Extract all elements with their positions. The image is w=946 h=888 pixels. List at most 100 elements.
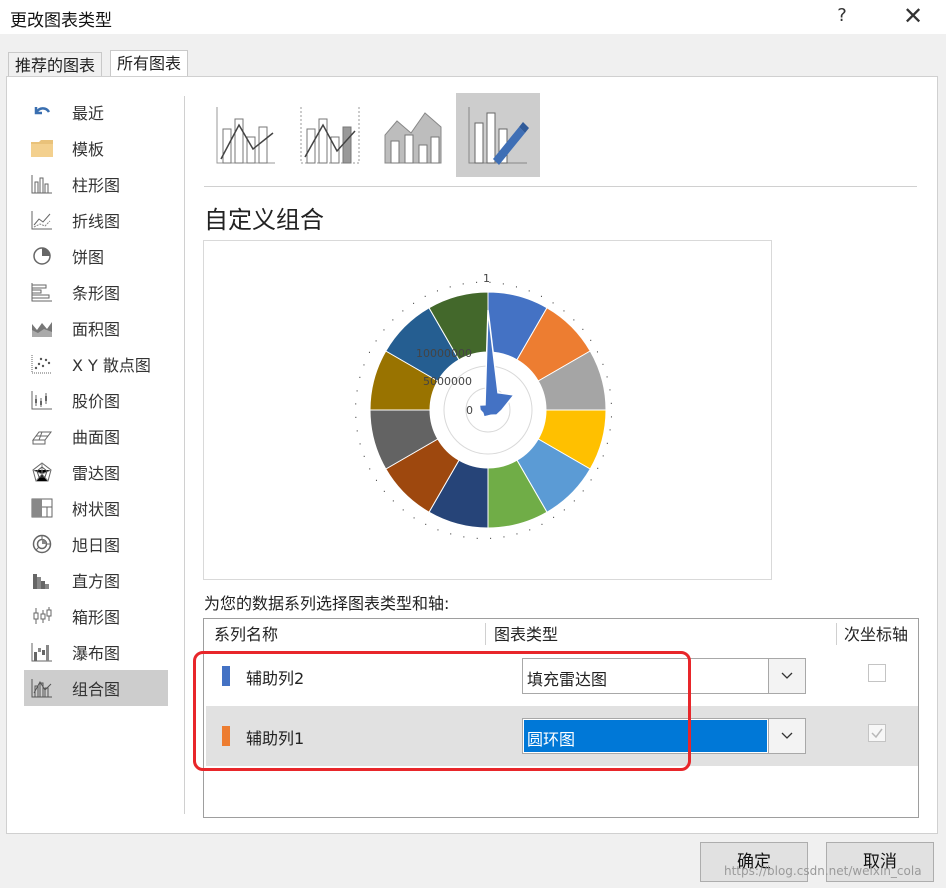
sidebar-item-box-whisker[interactable]: 箱形图 [24, 598, 168, 634]
combo-column-line-secondary-axis-thumb[interactable] [288, 93, 372, 177]
category-tick: · [563, 505, 566, 516]
sidebar-item-label: X Y 散点图 [72, 356, 151, 375]
combo-stacked-area-column-thumb[interactable] [372, 93, 456, 177]
header-divider [485, 623, 486, 645]
category-tick: · [449, 530, 452, 541]
sidebar-item-label: 饼图 [72, 248, 105, 267]
category-tick: · [449, 282, 452, 293]
sidebar-item-label: 折线图 [72, 212, 121, 231]
category-tick: · [606, 439, 609, 450]
category-tick: · [358, 439, 361, 450]
category-tick: · [412, 299, 415, 310]
category-tick: · [608, 386, 611, 397]
category-tick: · [528, 286, 531, 297]
category-tick: · [358, 373, 361, 384]
sidebar-item-waterfall[interactable]: 瀑布图 [24, 634, 168, 670]
surface-chart-icon [30, 425, 54, 447]
sidebar-item-stock[interactable]: 股价图 [24, 382, 168, 418]
waterfall-chart-icon [30, 641, 54, 663]
sidebar-item-radar[interactable]: 雷达图 [24, 454, 168, 490]
category-tick: · [392, 497, 395, 508]
category-tick: · [590, 475, 593, 486]
axis-label-zero: 0 [466, 404, 473, 417]
category-tick: · [374, 337, 377, 348]
category-tick: · [368, 464, 371, 475]
undo-arrow-icon [30, 101, 54, 123]
sunburst-chart-icon [30, 533, 54, 555]
watermark-text: https://blog.csdn.net/weixin_cola [724, 864, 922, 878]
category-tick: · [552, 513, 555, 524]
category-tick: · [581, 325, 584, 336]
stock-chart-icon [30, 389, 54, 411]
treemap-chart-icon [30, 497, 54, 519]
axis-label-high: 10000000 [416, 347, 472, 360]
header-series-name: 系列名称 [214, 625, 279, 644]
category-tick: · [572, 315, 575, 326]
sidebar-item-column[interactable]: 柱形图 [24, 166, 168, 202]
close-button[interactable]: ✕ [896, 2, 930, 30]
radar-chart-icon [30, 461, 54, 483]
dropdown-button[interactable] [768, 659, 805, 693]
category-tick: · [401, 307, 404, 318]
combo-custom-combination-thumb[interactable] [456, 93, 540, 177]
sidebar-item-bar[interactable]: 条形图 [24, 274, 168, 310]
sidebar-item-combo[interactable]: 组合图 [24, 670, 168, 706]
sidebar-item-pie[interactable]: 饼图 [24, 238, 168, 274]
dropdown-button[interactable] [768, 719, 805, 753]
category-tick: · [424, 292, 427, 303]
sidebar-item-area[interactable]: 面积图 [24, 310, 168, 346]
category-tick: · [540, 292, 543, 303]
tab-recommended-charts[interactable]: 推荐的图表 [8, 52, 103, 77]
box-whisker-chart-icon [30, 605, 54, 627]
header-chart-type: 图表类型 [494, 625, 559, 644]
category-tick: · [562, 306, 565, 317]
sidebar-item-templates[interactable]: 模板 [24, 130, 168, 166]
category-tick: · [363, 452, 366, 463]
sidebar-item-scatter[interactable]: X Y 散点图 [24, 346, 168, 382]
category-tick: · [413, 514, 416, 525]
help-button[interactable]: ? [827, 2, 857, 30]
category-label-first: 1 [483, 272, 490, 285]
category-tick: · [436, 287, 439, 298]
sidebar-item-label: 直方图 [72, 572, 121, 591]
category-tick: · [489, 534, 492, 545]
category-tick: · [436, 526, 439, 537]
category-tick: · [424, 520, 427, 531]
sidebar-item-histogram[interactable]: 直方图 [24, 562, 168, 598]
category-tick: · [602, 452, 605, 463]
secondary-axis-checkbox[interactable] [868, 664, 886, 682]
category-tick: · [356, 386, 359, 397]
sidebar-item-label: 股价图 [72, 392, 121, 411]
category-tick: · [573, 496, 576, 507]
sidebar-item-treemap[interactable]: 树状图 [24, 490, 168, 526]
sidebar-item-surface[interactable]: 曲面图 [24, 418, 168, 454]
category-tick: · [502, 280, 505, 291]
sidebar-item-sunburst[interactable]: 旭日图 [24, 526, 168, 562]
category-tick: · [608, 426, 611, 437]
sidebar-item-label: 面积图 [72, 320, 121, 339]
sidebar-item-label: 曲面图 [72, 428, 121, 447]
red-annotation-box [193, 651, 691, 771]
tab-all-charts[interactable]: 所有图表 [110, 50, 189, 77]
category-tick: · [596, 464, 599, 475]
category-tick: · [475, 278, 478, 289]
sidebar-item-label: 最近 [72, 104, 105, 123]
category-tick: · [582, 486, 585, 497]
sidebar-item-line[interactable]: 折线图 [24, 202, 168, 238]
secondary-axis-checkbox[interactable] [868, 724, 886, 742]
category-tick: · [589, 336, 592, 347]
category-tick: · [601, 360, 604, 371]
chart-type-sidebar: 最近 模板 柱形图 折线图 饼图 条形图 面积图 X Y 散点图 股价图 曲面图… [24, 94, 168, 706]
category-tick: · [476, 534, 479, 545]
sidebar-item-recent[interactable]: 最近 [24, 94, 168, 130]
category-tick: · [462, 280, 465, 291]
category-tick: · [502, 532, 505, 543]
chart-preview: · · · · · · · · · · · · · · · · · · · · · · · · · · · · · · · · · · · · · · · ·… [203, 240, 772, 580]
category-tick: · [354, 400, 357, 411]
category-tick: · [391, 316, 394, 327]
title-bar: 更改图表类型 ? ✕ [0, 0, 946, 34]
category-tick: · [362, 360, 365, 371]
gallery-divider [204, 186, 917, 187]
sidebar-divider [184, 96, 185, 814]
combo-clustered-column-line-thumb[interactable] [204, 93, 288, 177]
